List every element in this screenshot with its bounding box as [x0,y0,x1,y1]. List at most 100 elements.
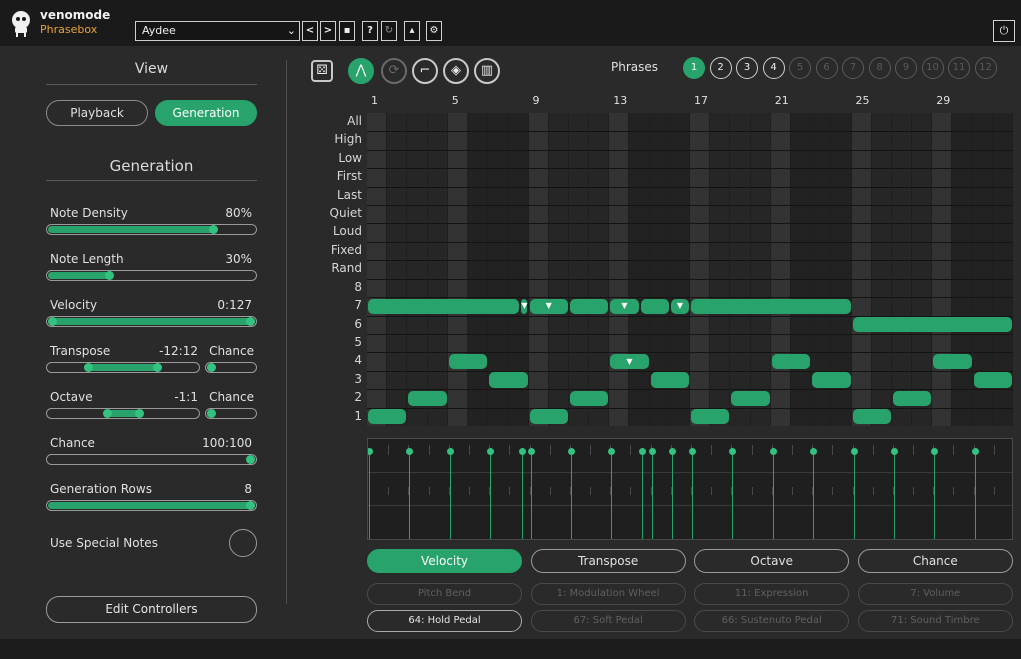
velocity-handle[interactable] [446,448,454,455]
note-block[interactable] [852,317,1012,333]
octave-chance-handle[interactable] [207,409,216,418]
controller-slot[interactable]: 67: Soft Pedal [530,610,686,632]
transpose-min-handle[interactable] [84,363,93,372]
velocity-handle[interactable] [406,448,414,455]
note-length-slider[interactable] [46,270,257,281]
note-block[interactable] [448,353,488,370]
phrase-button-5[interactable]: 5 [789,57,811,79]
velocity-handle[interactable] [519,448,527,455]
velocity-range-slider[interactable] [46,316,257,327]
settings-button[interactable]: ⚙ [426,21,442,41]
phrase-button-9[interactable]: 9 [895,57,917,79]
controller-slot[interactable]: 66: Sustenuto Pedal [694,610,850,632]
note-block[interactable] [569,298,609,315]
note-grid[interactable]: ▼ ▼ ▼ ▼ ▼ [367,113,1013,426]
next-preset-button[interactable]: > [320,21,336,41]
note-block[interactable] [731,390,770,407]
note-block[interactable] [892,390,932,407]
phrase-button-6[interactable]: 6 [815,57,838,79]
velocity-handle[interactable] [527,448,535,455]
transpose-range-slider[interactable] [46,362,200,373]
velocity-handle[interactable] [668,448,676,455]
velocity-handle[interactable] [567,448,575,455]
note-block[interactable] [973,372,1012,388]
dice-icon[interactable]: ⚄ [311,60,333,82]
note-density-handle[interactable] [209,225,218,234]
note-block[interactable] [408,390,447,407]
phrase-button-12[interactable]: 12 [974,57,997,79]
lock-button[interactable]: ▴ [404,21,420,41]
velocity-handle[interactable] [729,448,737,455]
phrase-button-7[interactable]: 7 [842,57,864,79]
octave-range-slider[interactable] [46,408,200,419]
velocity-handle[interactable] [638,448,646,455]
note-block[interactable] [640,298,669,315]
velocity-handle[interactable] [810,448,818,455]
playback-tab[interactable]: Playback [46,100,148,126]
velocity-handle[interactable] [487,448,495,455]
note-block[interactable] [852,409,891,425]
cycle-icon[interactable]: ⟳ [381,58,407,84]
sync-icon[interactable]: ↻ [381,21,397,41]
controller-slot[interactable]: 11: Expression [694,583,850,605]
note-block[interactable] [650,372,689,388]
velocity-handle[interactable] [769,448,777,455]
transpose-chance-slider[interactable] [205,362,257,373]
phrase-button-11[interactable]: 11 [948,57,970,79]
previous-preset-button[interactable]: < [302,21,318,41]
velocity-handle[interactable] [608,448,616,455]
note-block[interactable]: ▼ [670,298,689,315]
velocity-handle[interactable] [890,448,898,455]
eraser-icon[interactable]: ◈ [443,58,469,84]
piano-icon[interactable]: ▥ [474,58,500,84]
help-button[interactable]: ? [362,21,378,41]
octave-min-handle[interactable] [103,409,112,418]
controller-tab-velocity[interactable]: Velocity [367,549,522,573]
velocity-max-handle[interactable] [246,317,255,326]
note-density-slider[interactable] [46,224,257,235]
phrase-button-8[interactable]: 8 [868,57,891,79]
velocity-handle[interactable] [368,448,373,455]
controller-tab-transpose[interactable]: Transpose [530,549,686,573]
phrase-button-10[interactable]: 10 [921,57,944,79]
controller-slot[interactable]: 71: Sound Timbre [857,610,1013,632]
phrase-button-4[interactable]: 4 [762,57,785,79]
generation-rows-handle[interactable] [246,501,255,510]
note-block[interactable] [569,390,609,407]
note-length-handle[interactable] [105,271,114,280]
note-block[interactable]: ▼ [529,298,568,315]
power-button[interactable]: ⏻ [993,20,1015,42]
edit-controllers-button[interactable]: Edit Controllers [46,596,257,623]
phrase-button-3[interactable]: 3 [736,57,758,79]
controller-tab-octave[interactable]: Octave [694,549,850,573]
velocity-lane[interactable] [367,438,1013,540]
velocity-handle[interactable] [689,448,696,455]
controller-slot[interactable]: 64: Hold Pedal [367,610,522,632]
note-block[interactable] [489,372,528,388]
velocity-handle[interactable] [931,448,939,455]
controller-slot[interactable]: 7: Volume [857,583,1013,605]
phrase-button-1[interactable]: 1 [683,57,705,79]
generation-tab[interactable]: Generation [155,100,257,126]
octave-chance-slider[interactable] [205,408,257,419]
line-icon[interactable]: ⌐ [412,58,438,84]
velocity-min-handle[interactable] [48,317,57,326]
note-block[interactable]: ▼ [521,298,528,315]
velocity-handle[interactable] [971,448,979,455]
note-block[interactable] [691,298,851,315]
transpose-chance-handle[interactable] [207,363,216,372]
note-block[interactable] [933,353,972,370]
velocity-handle[interactable] [648,448,656,455]
note-block[interactable]: ▼ [610,298,639,315]
note-block[interactable] [812,372,851,388]
save-preset-button[interactable]: ▪ [339,21,355,41]
note-block[interactable] [529,409,568,425]
note-block[interactable] [368,298,520,315]
generate-icon[interactable]: ⋀ [348,58,374,84]
chance-handle[interactable] [246,455,255,464]
note-block[interactable] [771,353,811,370]
phrase-button-2[interactable]: 2 [709,57,732,79]
octave-max-handle[interactable] [135,409,144,418]
controller-slot[interactable]: Pitch Bend [367,583,522,605]
note-block[interactable]: ▼ [610,353,649,370]
